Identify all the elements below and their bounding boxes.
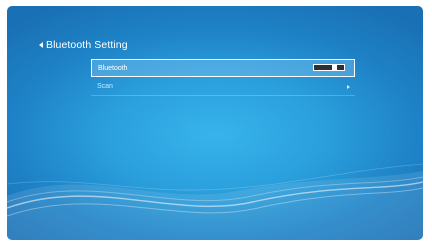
menu-item-bluetooth[interactable]: Bluetooth	[91, 59, 355, 77]
page-title: Bluetooth Setting	[46, 39, 128, 51]
page-header: Bluetooth Setting	[39, 37, 128, 53]
screen: Bluetooth Setting Bluetooth Scan	[7, 6, 423, 240]
chevron-left-icon[interactable]	[39, 42, 43, 48]
menu-item-label: Bluetooth	[98, 64, 128, 72]
toggle-track	[314, 65, 344, 70]
menu-item-scan[interactable]: Scan	[91, 78, 355, 96]
bluetooth-toggle[interactable]	[313, 64, 345, 71]
menu-item-label: Scan	[97, 83, 113, 90]
toggle-knob	[332, 65, 337, 70]
chevron-right-icon	[347, 85, 350, 89]
settings-menu: Bluetooth Scan	[91, 59, 355, 96]
